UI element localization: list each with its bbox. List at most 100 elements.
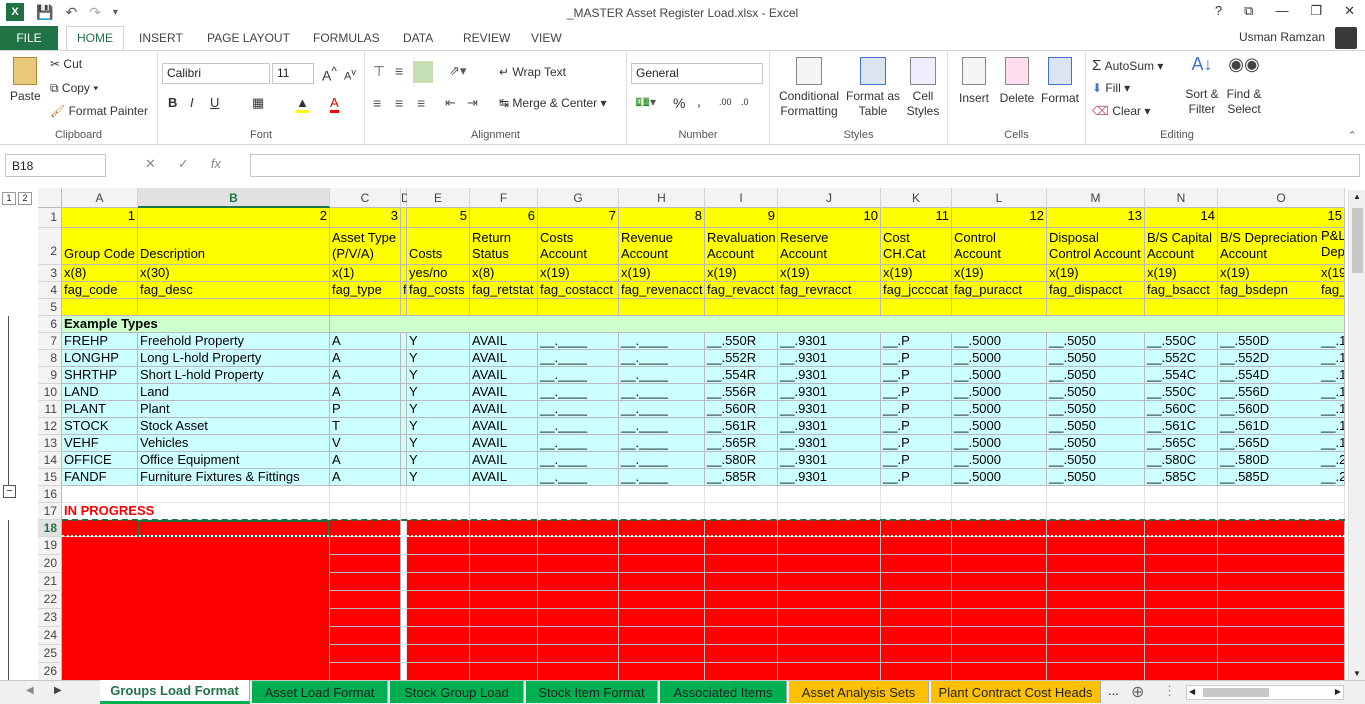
row-header[interactable]: 10 bbox=[38, 384, 62, 401]
in-progress-row-cell[interactable] bbox=[1218, 663, 1345, 680]
in-progress-row-cell[interactable] bbox=[470, 663, 538, 680]
account-cell[interactable]: __.5050 bbox=[1047, 418, 1145, 435]
in-progress-row-cell[interactable] bbox=[407, 555, 470, 573]
insert-function-button[interactable]: fx bbox=[211, 156, 221, 172]
in-progress-row-cell[interactable] bbox=[407, 663, 470, 680]
column-title-cell[interactable]: Return Status bbox=[470, 228, 538, 265]
return-status-cell[interactable]: AVAIL bbox=[470, 384, 538, 401]
collapse-group-button[interactable]: − bbox=[3, 485, 16, 498]
row-header[interactable]: 6 bbox=[38, 316, 62, 333]
format-cell[interactable]: x(19) bbox=[1145, 265, 1218, 282]
account-cell[interactable]: __.1 bbox=[1319, 435, 1345, 452]
in-progress-row-cell[interactable] bbox=[952, 573, 1047, 591]
in-progress-row-cell[interactable] bbox=[778, 573, 881, 591]
account-cell[interactable]: __.5050 bbox=[1047, 435, 1145, 452]
account-cell[interactable]: __.5000 bbox=[952, 350, 1047, 367]
format-cell[interactable]: x(8) bbox=[470, 265, 538, 282]
format-cell[interactable]: fag_revracct bbox=[778, 282, 881, 299]
in-progress-row-cell[interactable] bbox=[619, 537, 705, 555]
in-progress-row-cell[interactable] bbox=[538, 573, 619, 591]
format-cell[interactable]: fag_ bbox=[1319, 282, 1345, 299]
in-progress-row-cell[interactable] bbox=[330, 591, 401, 609]
scroll-up-icon[interactable]: ▲ bbox=[1353, 192, 1361, 201]
account-cell[interactable]: __.5000 bbox=[952, 367, 1047, 384]
format-cell[interactable]: fag_costacct bbox=[538, 282, 619, 299]
in-progress-row-cell[interactable] bbox=[407, 537, 470, 555]
blank-cell[interactable] bbox=[619, 299, 705, 316]
format-cell[interactable]: x(19) bbox=[705, 265, 778, 282]
in-progress-row-cell[interactable] bbox=[881, 609, 952, 627]
account-cell[interactable]: __.P bbox=[881, 435, 952, 452]
format-cell[interactable]: fag_code bbox=[62, 282, 138, 299]
format-cell[interactable]: fag_dispacct bbox=[1047, 282, 1145, 299]
bold-button[interactable]: B bbox=[168, 95, 177, 110]
account-cell[interactable]: __.5050 bbox=[1047, 452, 1145, 469]
in-progress-row-cell[interactable] bbox=[330, 663, 401, 680]
asset-type-cell[interactable]: P bbox=[330, 401, 401, 418]
empty-cell[interactable] bbox=[619, 503, 705, 520]
font-color-icon[interactable]: A bbox=[330, 95, 339, 113]
account-cell[interactable]: __.9301 bbox=[778, 418, 881, 435]
account-cell[interactable]: __.552R bbox=[705, 350, 778, 367]
account-cell[interactable]: __.P bbox=[881, 452, 952, 469]
in-progress-row-cell[interactable] bbox=[881, 591, 952, 609]
column-title-cell[interactable]: Asset Type (P/V/A) bbox=[330, 228, 401, 265]
blank-cell[interactable] bbox=[952, 299, 1047, 316]
account-cell[interactable]: __.P bbox=[881, 384, 952, 401]
in-progress-row-cell[interactable] bbox=[881, 573, 952, 591]
shrink-font-button[interactable]: Av bbox=[344, 67, 356, 83]
copy-button[interactable]: ⧉ Copy ▾ bbox=[50, 81, 98, 96]
format-cell[interactable]: x(8) bbox=[62, 265, 138, 282]
asset-type-cell[interactable]: A bbox=[330, 333, 401, 350]
in-progress-row-cell[interactable] bbox=[778, 627, 881, 645]
blank-cell[interactable] bbox=[470, 299, 538, 316]
blank-cell[interactable] bbox=[1047, 299, 1145, 316]
tab-view[interactable]: VIEW bbox=[531, 31, 562, 45]
percent-button[interactable]: % bbox=[673, 95, 685, 111]
conditional-formatting-button[interactable]: Conditional Formatting bbox=[776, 57, 842, 119]
costs-cell[interactable]: Y bbox=[407, 401, 470, 418]
account-cell[interactable]: __.554C bbox=[1145, 367, 1218, 384]
merge-center-button[interactable]: ↹ Merge & Center ▾ bbox=[499, 96, 606, 110]
account-cell[interactable]: __.550C bbox=[1145, 384, 1218, 401]
empty-cell[interactable] bbox=[330, 503, 401, 520]
return-status-cell[interactable]: AVAIL bbox=[470, 333, 538, 350]
asset-type-cell[interactable]: A bbox=[330, 452, 401, 469]
blank-cell[interactable] bbox=[881, 299, 952, 316]
in-progress-row-cell[interactable] bbox=[470, 627, 538, 645]
in-progress-row-cell[interactable] bbox=[619, 645, 705, 663]
in-progress-row-cell[interactable] bbox=[952, 645, 1047, 663]
in-progress-row-cell[interactable] bbox=[952, 663, 1047, 680]
in-progress-row-cell[interactable] bbox=[952, 627, 1047, 645]
underline-button[interactable]: U bbox=[210, 95, 219, 110]
account-cell[interactable]: __.2 bbox=[1319, 452, 1345, 469]
column-title-cell[interactable]: Costs bbox=[407, 228, 470, 265]
account-cell[interactable]: __.5000 bbox=[952, 401, 1047, 418]
empty-cell[interactable] bbox=[538, 503, 619, 520]
horizontal-scrollbar[interactable]: ◀ ▶ bbox=[1186, 685, 1344, 700]
account-cell[interactable]: __.550C bbox=[1145, 333, 1218, 350]
blank-cell[interactable] bbox=[778, 299, 881, 316]
in-progress-row-cell[interactable] bbox=[62, 537, 330, 555]
more-sheets-button[interactable]: ... bbox=[1108, 683, 1119, 698]
empty-cell[interactable] bbox=[705, 503, 778, 520]
scroll-thumb[interactable] bbox=[1352, 208, 1363, 273]
asset-type-cell[interactable]: A bbox=[330, 367, 401, 384]
return-status-cell[interactable]: AVAIL bbox=[470, 367, 538, 384]
in-progress-row-cell[interactable] bbox=[538, 645, 619, 663]
in-progress-row-cell[interactable] bbox=[619, 627, 705, 645]
tab-insert[interactable]: INSERT bbox=[139, 31, 183, 45]
column-header-f[interactable]: F bbox=[470, 188, 538, 208]
account-cell[interactable]: __.561C bbox=[1145, 418, 1218, 435]
in-progress-row-cell[interactable] bbox=[1047, 591, 1145, 609]
account-cell[interactable]: __.____ bbox=[619, 350, 705, 367]
account-cell[interactable]: __.580R bbox=[705, 452, 778, 469]
in-progress-row-cell[interactable] bbox=[705, 537, 778, 555]
section-title-cell[interactable]: Example Types bbox=[62, 316, 330, 333]
blank-cell[interactable] bbox=[705, 299, 778, 316]
costs-cell[interactable]: Y bbox=[407, 435, 470, 452]
blank-cell[interactable] bbox=[330, 299, 401, 316]
return-status-cell[interactable]: AVAIL bbox=[470, 350, 538, 367]
enter-icon[interactable]: ✓ bbox=[178, 156, 189, 172]
account-cell[interactable]: __.556R bbox=[705, 384, 778, 401]
